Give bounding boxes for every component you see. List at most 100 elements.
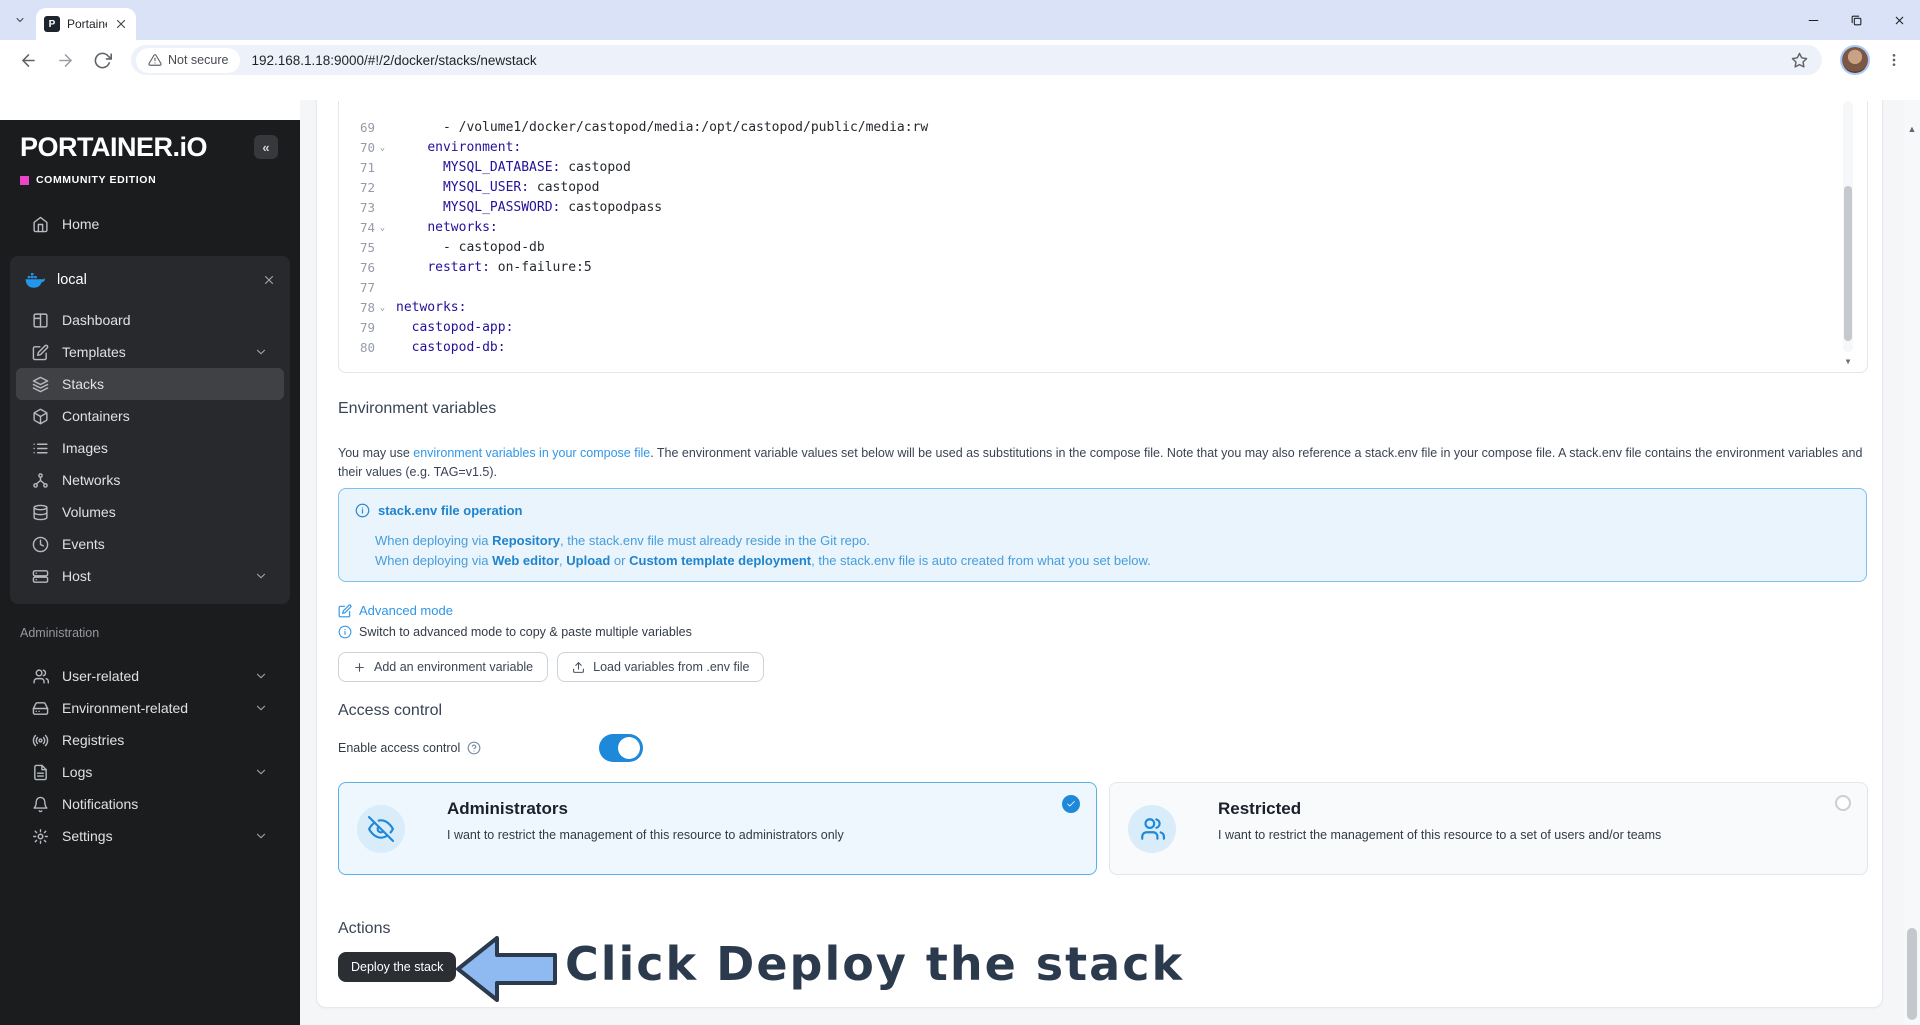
editor-scrollbar-thumb[interactable]: [1844, 186, 1852, 341]
sidebar-item-label: Containers: [62, 408, 130, 424]
page: PORTAINER.iO « COMMUNITY EDITION Home lo…: [0, 80, 1920, 1025]
tab-search-chevron-icon[interactable]: [10, 10, 30, 30]
environment-header[interactable]: local: [10, 256, 290, 304]
eye-off-icon: [368, 816, 394, 842]
close-icon[interactable]: [1893, 14, 1906, 27]
code-text: - /volume1/docker/castopod/media:/opt/ca…: [396, 120, 929, 135]
tab-close-icon[interactable]: [114, 17, 128, 31]
environment-close-icon[interactable]: [262, 273, 276, 287]
browser-menu-icon[interactable]: [1886, 52, 1902, 68]
sidebar-item-stacks[interactable]: Stacks: [16, 368, 284, 400]
sidebar-item-environment-related[interactable]: Environment-related: [16, 692, 284, 724]
templates-icon: [32, 344, 49, 361]
browser-tab[interactable]: P Portainer |: [36, 8, 136, 40]
access-option-administrators[interactable]: Administrators I want to restrict the man…: [338, 782, 1097, 875]
editor-line: 77: [339, 278, 1867, 298]
portainer-logo: PORTAINER.iO: [20, 132, 208, 162]
address-bar[interactable]: Not secure 192.168.1.18:9000/#!/2/docker…: [131, 45, 1822, 75]
reload-icon[interactable]: [93, 51, 112, 70]
sidebar-item-registries[interactable]: Registries: [16, 724, 284, 756]
administration-label: Administration: [20, 626, 100, 640]
edition-badge: COMMUNITY EDITION: [20, 174, 156, 186]
edition-square-icon: [20, 175, 29, 185]
load-variables-button[interactable]: Load variables from .env file: [557, 652, 765, 682]
sidebar-collapse-button[interactable]: «: [254, 135, 278, 159]
fold-arrow-icon[interactable]: ⌄: [375, 138, 390, 158]
scroll-up-icon[interactable]: ▲: [1904, 124, 1920, 134]
sidebar-item-containers[interactable]: Containers: [16, 400, 284, 432]
browser-toolbar: Not secure 192.168.1.18:9000/#!/2/docker…: [0, 40, 1920, 80]
stacks-icon: [32, 376, 49, 393]
editor-line: 79 castopod-app:: [339, 318, 1867, 338]
security-label: Not secure: [168, 53, 229, 67]
line-number: 78: [359, 300, 375, 315]
inline-link[interactable]: environment variables in your compose fi…: [413, 446, 650, 460]
sidebar-item-logs[interactable]: Logs: [16, 756, 284, 788]
help-icon: [467, 741, 481, 755]
line-number: 76: [359, 260, 375, 275]
editor-scrollbar[interactable]: [1843, 101, 1853, 352]
dashboard-icon: [32, 312, 49, 329]
page-scrollbar-thumb[interactable]: [1907, 928, 1917, 1020]
bookmark-star-icon[interactable]: [1791, 52, 1808, 69]
page-scrollbar[interactable]: ▲: [1904, 100, 1920, 1025]
code-text: - castopod-db: [396, 240, 545, 255]
access-option-restricted[interactable]: Restricted I want to restrict the managem…: [1109, 782, 1868, 875]
access-control-heading: Access control: [338, 702, 443, 719]
enable-access-control-label: Enable access control: [338, 734, 481, 762]
sidebar-item-notifications[interactable]: Notifications: [16, 788, 284, 820]
sidebar-item-dashboard[interactable]: Dashboard: [16, 304, 284, 336]
selected-check-icon[interactable]: [1062, 795, 1080, 813]
sidebar-item-volumes[interactable]: Volumes: [16, 496, 284, 528]
access-control-toggle[interactable]: [599, 734, 643, 762]
sidebar-item-settings[interactable]: Settings: [16, 820, 284, 852]
editor-line: 73 MYSQL_PASSWORD: castopodpass: [339, 198, 1867, 218]
sidebar-item-user-related[interactable]: User-related: [16, 660, 284, 692]
sidebar-admin-items: User-related Environment-related Registrie…: [10, 660, 290, 852]
code-text: castopod-db:: [411, 340, 506, 355]
sidebar-item-host[interactable]: Host: [16, 560, 284, 592]
annotation-arrow-icon: [456, 936, 557, 1002]
security-chip[interactable]: Not secure: [136, 47, 241, 73]
bell-icon: [32, 796, 49, 813]
chevron-down-icon: [254, 765, 268, 779]
option-description: I want to restrict the management of thi…: [447, 828, 844, 842]
networks-icon: [32, 472, 49, 489]
add-environment-variable-button[interactable]: Add an environment variable: [338, 652, 549, 682]
containers-icon: [32, 408, 49, 425]
editor-scroll-down-icon[interactable]: ▼: [1842, 356, 1854, 368]
sidebar-item-events[interactable]: Events: [16, 528, 284, 560]
line-number: 69: [359, 120, 375, 135]
annotation-text: Click Deploy the stack: [565, 937, 1185, 991]
line-number: 79: [359, 320, 375, 335]
environment-panel: local Dashboard Templates Stacks Containers…: [10, 256, 290, 604]
fold-arrow-icon[interactable]: ⌄: [375, 218, 390, 238]
editor-line: 71 MYSQL_DATABASE: castopod: [339, 158, 1867, 178]
tab-title: Portainer |: [67, 17, 107, 31]
restore-icon[interactable]: [1850, 14, 1863, 27]
back-icon[interactable]: [19, 51, 38, 70]
docker-whale-icon: [24, 269, 46, 291]
restricted-users-icon: [1139, 816, 1165, 842]
fold-arrow-icon[interactable]: ⌄: [375, 298, 390, 318]
avatar[interactable]: [1842, 47, 1868, 73]
sidebar: PORTAINER.iO « COMMUNITY EDITION Home lo…: [0, 120, 300, 1025]
deploy-stack-button[interactable]: Deploy the stack: [338, 952, 457, 982]
sidebar-item-label: Notifications: [62, 796, 139, 812]
sidebar-item-templates[interactable]: Templates: [16, 336, 284, 368]
minimize-icon[interactable]: [1807, 14, 1820, 27]
chevron-down-icon: [254, 701, 268, 715]
option-icon-circle: [357, 805, 405, 853]
sidebar-item-label: Dashboard: [62, 312, 131, 328]
code-text: networks:: [396, 300, 467, 315]
advanced-mode-link[interactable]: Advanced mode: [338, 603, 453, 618]
compose-editor[interactable]: 69 - /volume1/docker/castopod/media:/opt…: [338, 101, 1868, 373]
radio-unselected[interactable]: [1835, 795, 1851, 811]
access-cards: Administrators I want to restrict the man…: [338, 782, 1868, 875]
sidebar-item-images[interactable]: Images: [16, 432, 284, 464]
stack-env-info-box: stack.env file operation When deploying …: [338, 488, 1867, 582]
sidebar-item-home[interactable]: Home: [16, 208, 284, 240]
sidebar-item-networks[interactable]: Networks: [16, 464, 284, 496]
forward-icon[interactable]: [56, 51, 75, 70]
